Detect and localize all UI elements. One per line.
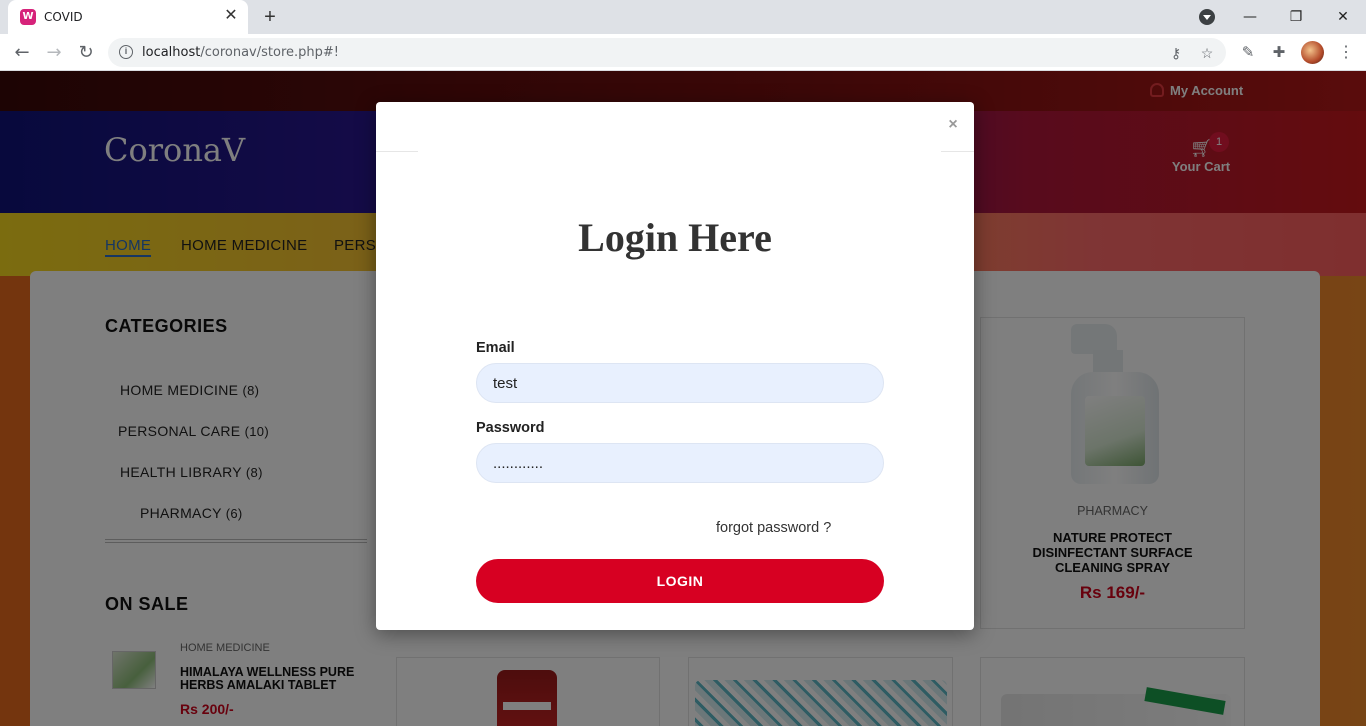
email-label: Email: [476, 340, 515, 356]
modal-title: Login Here: [578, 215, 772, 260]
star-icon[interactable]: ☆: [1197, 43, 1217, 63]
tab-close-icon[interactable]: ✕: [222, 7, 240, 25]
key-icon[interactable]: ⚷: [1166, 43, 1186, 63]
forward-icon[interactable]: →: [41, 40, 67, 66]
info-icon[interactable]: i: [119, 45, 133, 59]
login-button[interactable]: LOGIN: [476, 559, 884, 603]
modal-header-divider: [376, 151, 974, 152]
tab-title: COVID: [44, 10, 83, 24]
close-icon[interactable]: ×: [944, 116, 962, 134]
forgot-password-link[interactable]: forgot password ?: [716, 520, 831, 536]
new-tab-icon[interactable]: +: [258, 5, 282, 29]
back-icon[interactable]: ←: [9, 40, 35, 66]
password-label: Password: [476, 420, 545, 436]
login-modal: × Login Here Email Password forgot passw…: [376, 102, 974, 630]
email-field[interactable]: [476, 363, 884, 403]
password-field[interactable]: [476, 443, 884, 483]
url-host: localhost: [142, 45, 201, 60]
browser-tab-bar: W COVID ✕ + — ❐ ✕: [0, 0, 1366, 34]
profile-avatar[interactable]: [1301, 41, 1324, 64]
favicon-icon: W: [20, 9, 36, 25]
url-text: localhost/coronav/store.php#!: [142, 45, 339, 60]
url-path: /coronav/store.php#!: [200, 45, 339, 60]
browser-toolbar: ← → ↻ i localhost/coronav/store.php#! ⚷ …: [0, 34, 1366, 71]
restore-icon[interactable]: ❐: [1273, 4, 1319, 30]
minimize-icon[interactable]: —: [1227, 4, 1273, 30]
browser-tab[interactable]: W COVID ✕: [8, 0, 248, 34]
puzzle-icon[interactable]: ✚: [1268, 42, 1290, 64]
tab-search-icon[interactable]: [1199, 9, 1215, 25]
eyedropper-icon[interactable]: ✎: [1237, 42, 1259, 64]
address-bar[interactable]: i localhost/coronav/store.php#! ⚷ ☆: [108, 38, 1226, 67]
reload-icon[interactable]: ↻: [73, 40, 99, 66]
window-close-icon[interactable]: ✕: [1320, 4, 1366, 30]
more-icon[interactable]: ⋮: [1336, 42, 1356, 64]
